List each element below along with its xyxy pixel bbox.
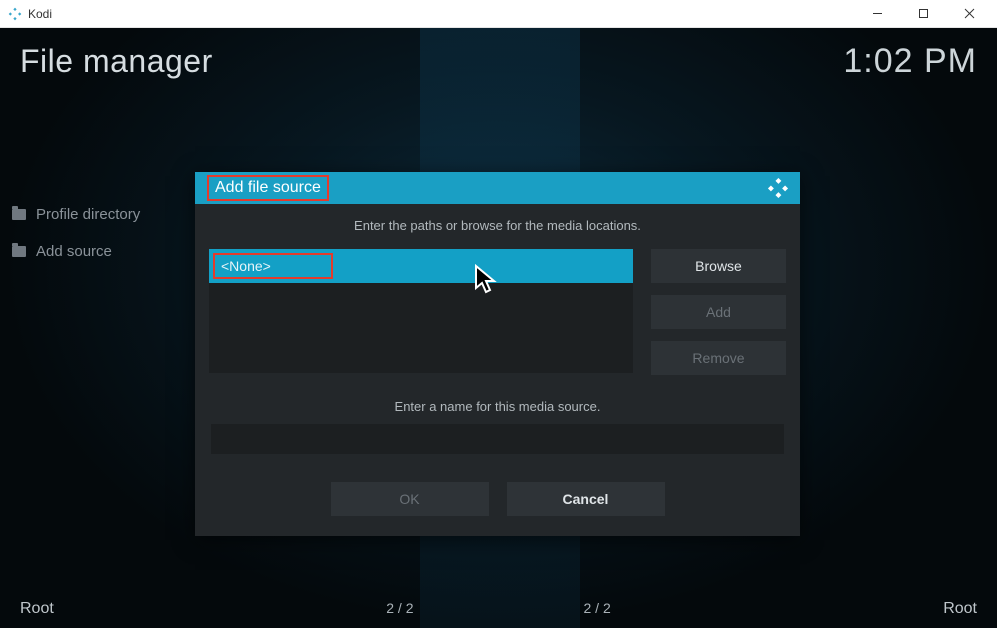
kodi-app: File manager 1:02 PM Profile directory A… bbox=[0, 28, 997, 628]
file-list-left: Profile directory Add source bbox=[12, 206, 140, 280]
clock: 1:02 PM bbox=[843, 42, 977, 81]
page-title: File manager bbox=[20, 43, 213, 80]
list-item-add-source[interactable]: Add source bbox=[12, 243, 140, 260]
list-item-profile-directory[interactable]: Profile directory bbox=[12, 206, 140, 223]
folder-icon bbox=[12, 246, 26, 257]
list-item-label: Profile directory bbox=[36, 206, 140, 223]
list-item-label: Add source bbox=[36, 243, 112, 260]
footer-left-root: Root bbox=[20, 600, 54, 618]
dialog-header: Add file source bbox=[195, 172, 800, 204]
annotation-highlight: Add file source bbox=[207, 175, 329, 201]
folder-icon bbox=[12, 209, 26, 220]
close-button[interactable] bbox=[955, 2, 983, 26]
path-item-selected[interactable]: <None> bbox=[209, 249, 633, 283]
footer-count-left: 2 / 2 bbox=[386, 600, 413, 616]
minimize-button[interactable] bbox=[863, 2, 891, 26]
add-file-source-dialog: Add file source Enter the paths or brows… bbox=[195, 172, 800, 536]
window-titlebar: Kodi bbox=[0, 0, 997, 28]
remove-button[interactable]: Remove bbox=[651, 341, 786, 375]
path-value: <None> bbox=[221, 258, 271, 274]
ok-button[interactable]: OK bbox=[331, 482, 489, 516]
window-title: Kodi bbox=[28, 7, 52, 21]
browse-button[interactable]: Browse bbox=[651, 249, 786, 283]
paths-list[interactable]: <None> bbox=[209, 249, 633, 373]
add-button[interactable]: Add bbox=[651, 295, 786, 329]
dialog-instruction: Enter the paths or browse for the media … bbox=[209, 218, 786, 233]
footer-count-right: 2 / 2 bbox=[584, 600, 611, 616]
cancel-button[interactable]: Cancel bbox=[507, 482, 665, 516]
kodi-logo-icon bbox=[768, 178, 788, 198]
kodi-footer: Root 2 / 2 2 / 2 Root bbox=[20, 600, 977, 618]
kodi-header: File manager 1:02 PM bbox=[20, 42, 977, 81]
footer-right-root: Root bbox=[943, 600, 977, 618]
annotation-highlight: <None> bbox=[213, 253, 333, 279]
dialog-title: Add file source bbox=[215, 179, 321, 197]
window-controls bbox=[863, 2, 989, 26]
kodi-app-icon bbox=[8, 7, 22, 21]
maximize-button[interactable] bbox=[909, 2, 937, 26]
name-instruction: Enter a name for this media source. bbox=[209, 399, 786, 414]
source-name-input[interactable] bbox=[211, 424, 784, 454]
